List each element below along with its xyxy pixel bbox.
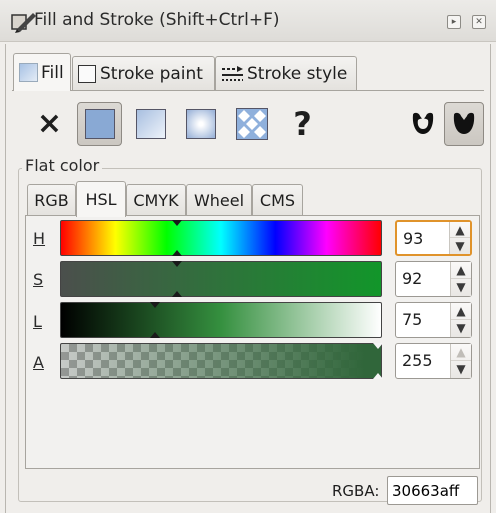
window-close-button[interactable]: ✕ — [472, 15, 486, 29]
lightness-decrement-button[interactable]: ▼ — [451, 320, 471, 337]
stroke-paint-icon — [78, 64, 96, 83]
tabs-divider — [12, 90, 484, 91]
flat-color-button[interactable] — [77, 102, 122, 146]
lightness-slider-marker-top[interactable] — [150, 302, 160, 308]
saturation-slider[interactable] — [60, 261, 382, 297]
tab-stroke-style[interactable]: Stroke style — [215, 56, 357, 90]
fill-rule-evenodd-button[interactable] — [400, 102, 445, 146]
rgba-input[interactable] — [387, 476, 478, 505]
rgba-label: RGBA: — [332, 482, 380, 500]
unset-paint-button[interactable]: ? — [280, 102, 325, 146]
tab-wheel[interactable]: Wheel — [186, 184, 252, 216]
lightness-spinbox[interactable]: 75 ▲ ▼ — [395, 302, 472, 338]
tab-stroke-style-label: Stroke style — [247, 63, 348, 84]
flat-color-icon — [84, 109, 115, 139]
alpha-spinbox[interactable]: 255 ▲ ▼ — [395, 343, 472, 379]
tab-cms[interactable]: CMS — [252, 184, 303, 216]
alpha-slider-marker-top[interactable] — [373, 343, 383, 349]
lightness-label: L — [33, 312, 42, 331]
saturation-spinbox[interactable]: 92 ▲ ▼ — [395, 261, 472, 297]
tab-rgb[interactable]: RGB — [27, 184, 76, 216]
linear-gradient-button[interactable] — [128, 102, 173, 146]
window-title: Fill and Stroke (Shift+Ctrl+F) — [34, 10, 280, 30]
lightness-value[interactable]: 75 — [402, 310, 422, 329]
tab-hsl[interactable]: HSL — [76, 181, 126, 217]
tab-stroke-paint[interactable]: Stroke paint — [72, 56, 215, 90]
saturation-increment-button[interactable]: ▲ — [451, 262, 471, 279]
pattern-icon — [235, 108, 268, 140]
saturation-value[interactable]: 92 — [402, 269, 422, 288]
lightness-slider[interactable] — [60, 302, 382, 338]
window-menu-button[interactable]: ▸ — [447, 15, 461, 29]
tab-fill[interactable]: Fill — [13, 53, 71, 91]
lightness-slider-marker-bottom[interactable] — [150, 332, 160, 338]
hue-increment-button[interactable]: ▲ — [450, 222, 470, 238]
unset-icon: ? — [293, 105, 312, 143]
no-paint-button[interactable]: × — [27, 102, 72, 146]
pattern-button[interactable] — [229, 102, 274, 146]
tab-fill-label: Fill — [41, 62, 64, 83]
hue-slider-marker-top[interactable] — [172, 220, 182, 226]
alpha-slider-marker-bottom[interactable] — [373, 373, 383, 379]
alpha-slider[interactable] — [60, 343, 383, 379]
hue-slider-marker-bottom[interactable] — [172, 250, 182, 256]
nonzero-fill-icon — [453, 112, 475, 134]
saturation-slider-marker-top[interactable] — [172, 261, 182, 267]
saturation-slider-marker-bottom[interactable] — [172, 291, 182, 297]
lightness-increment-button[interactable]: ▲ — [451, 303, 471, 320]
evenodd-fill-icon — [412, 112, 433, 134]
tab-cmyk[interactable]: CMYK — [126, 184, 186, 216]
radial-gradient-icon — [185, 109, 216, 139]
hue-value[interactable]: 93 — [403, 229, 423, 248]
alpha-label: A — [33, 353, 44, 372]
no-paint-icon: × — [36, 106, 63, 141]
fill-icon — [19, 63, 38, 82]
fill-rule-nonzero-button[interactable] — [444, 102, 484, 146]
alpha-increment-button[interactable]: ▲ — [451, 344, 471, 361]
stroke-style-icon — [222, 65, 243, 81]
saturation-decrement-button[interactable]: ▼ — [451, 279, 471, 296]
hue-decrement-button[interactable]: ▼ — [450, 238, 470, 254]
hue-slider[interactable] — [60, 220, 382, 256]
tab-stroke-paint-label: Stroke paint — [100, 63, 203, 84]
radial-gradient-button[interactable] — [178, 102, 223, 146]
hue-spinbox[interactable]: 93 ▲ ▼ — [395, 220, 472, 256]
flat-color-label: Flat color — [22, 156, 103, 175]
alpha-value[interactable]: 255 — [402, 351, 433, 370]
alpha-decrement-button[interactable]: ▼ — [451, 361, 471, 378]
linear-gradient-icon — [135, 109, 166, 139]
saturation-label: S — [33, 270, 44, 289]
hue-label: H — [33, 229, 46, 248]
